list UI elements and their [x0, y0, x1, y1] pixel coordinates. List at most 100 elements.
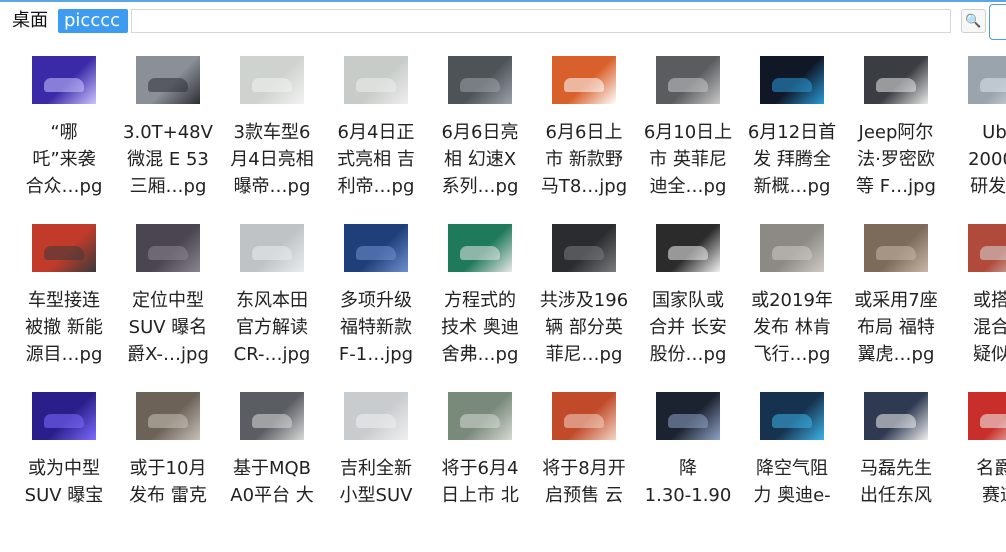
file-name: 6月12日首发 拜腾全 新概…pg: [740, 119, 844, 200]
thumbnail-shape: [148, 246, 188, 260]
thumbnail-shape: [772, 78, 812, 92]
file-item[interactable]: 或2019年 发布 林肯 飞行…pg: [740, 224, 844, 384]
file-thumbnail: [552, 224, 616, 272]
file-name: 或采用7座 布局 福特 翼虎…pg: [844, 287, 948, 368]
file-item[interactable]: 6月6日上市 新款野 马T8…jpg: [532, 56, 636, 216]
file-item[interactable]: 名爵6 赛道: [948, 392, 1006, 552]
file-name: 6月10日上市 英菲尼 迪全…pg: [636, 119, 740, 200]
file-name-line: 将于6月4: [441, 458, 519, 479]
file-name-line: 6月10日上: [643, 122, 733, 143]
thumbnail-shape: [356, 78, 396, 92]
file-thumbnail: [32, 56, 96, 104]
file-name: 将于8月开 启预售 云: [532, 455, 636, 509]
thumbnail-shape: [252, 414, 292, 428]
file-thumbnail: [656, 56, 720, 104]
file-item[interactable]: Jeep阿尔 法·罗密欧等 F…jpg: [844, 56, 948, 216]
file-name: 名爵6 赛道: [948, 455, 1006, 509]
thumbnail-shape: [44, 246, 84, 260]
thumbnail-shape: [564, 78, 604, 92]
file-item[interactable]: 东风本田官方解读 CR-…jpg: [220, 224, 324, 384]
file-name: Jeep阿尔 法·罗密欧等 F…jpg: [844, 119, 948, 200]
file-name: 降空气阻力 奥迪e-: [740, 455, 844, 509]
file-thumbnail: [760, 392, 824, 440]
file-name-line: 或为中型: [28, 458, 100, 479]
file-name-line: 东风本田: [236, 290, 308, 311]
file-item[interactable]: 6月4日正 式亮相 吉利帝…pg: [324, 56, 428, 216]
file-name-line: 3.0T+48V: [123, 122, 213, 143]
file-name-line: 源目…pg: [25, 344, 103, 365]
file-name-line: 布局 福特: [857, 317, 935, 338]
file-item[interactable]: 或采用7座 布局 福特 翼虎…pg: [844, 224, 948, 384]
file-item[interactable]: 3.0T+48V 微混 E 53 三厢…pg: [116, 56, 220, 216]
thumbnail-shape: [772, 414, 812, 428]
file-item[interactable]: 基于MQB A0平台 大: [220, 392, 324, 552]
file-grid: “哪 吒”来袭 合众…pg 3.0T+48V 微混 E 53 三厢…pg 3款车型6 月4日亮…: [0, 0, 1006, 506]
file-item[interactable]: 3款车型6 月4日亮相 曝帝…pg: [220, 56, 324, 216]
file-name-line: 三厢…pg: [129, 176, 207, 197]
file-name: 3.0T+48V 微混 E 53 三厢…pg: [116, 119, 220, 200]
file-thumbnail: [136, 392, 200, 440]
file-name-line: 或搭载: [973, 290, 1006, 311]
file-item[interactable]: 降空气阻力 奥迪e-: [740, 392, 844, 552]
file-item[interactable]: 共涉及196 辆 部分英 菲尼…pg: [532, 224, 636, 384]
file-item[interactable]: Ube 2000万研发 …: [948, 56, 1006, 216]
file-name-line: 6月4日正: [337, 122, 415, 143]
file-name-line: A0平台 大: [230, 485, 314, 506]
file-name-line: 相 幻速X: [443, 149, 517, 170]
file-name-line: 启预售 云: [545, 485, 623, 506]
thumbnail-shape: [980, 78, 1006, 92]
file-item[interactable]: 定位中型 SUV 曝名 爵X-…jpg: [116, 224, 220, 384]
file-name-line: 或采用7座: [854, 290, 938, 311]
file-item[interactable]: 将于8月开 启预售 云: [532, 392, 636, 552]
file-name: 6月6日上市 新款野 马T8…jpg: [532, 119, 636, 200]
file-item[interactable]: 方程式的 技术 奥迪 舍弗…pg: [428, 224, 532, 384]
thumbnail-shape: [980, 246, 1006, 260]
file-name-line: CR-…jpg: [233, 344, 311, 365]
file-thumbnail: [656, 392, 720, 440]
file-name-line: 被撤 新能: [25, 317, 103, 338]
thumbnail-shape: [148, 414, 188, 428]
file-name-line: 股份…pg: [649, 344, 727, 365]
file-name-line: 基于MQB: [232, 458, 312, 479]
file-item[interactable]: 或搭载混合动疑似…: [948, 224, 1006, 384]
file-name: 6月4日正 式亮相 吉利帝…pg: [324, 119, 428, 200]
file-item[interactable]: 将于6月4 日上市 北: [428, 392, 532, 552]
file-item[interactable]: 吉利全新 小型SUV: [324, 392, 428, 552]
file-thumbnail: [448, 56, 512, 104]
thumbnail-shape: [668, 414, 708, 428]
file-name-line: 官方解读: [236, 317, 308, 338]
file-name-line: 降空气阻: [756, 458, 828, 479]
file-name-line: 吒”来袭: [32, 149, 96, 170]
file-item[interactable]: 或于10月 发布 雷克: [116, 392, 220, 552]
thumbnail-shape: [876, 78, 916, 92]
file-name-line: 月4日亮相: [230, 149, 314, 170]
file-name: 国家队或 合并 长安 股份…pg: [636, 287, 740, 368]
file-name-line: 等 F…jpg: [856, 176, 936, 197]
file-item[interactable]: 或为中型 SUV 曝宝: [12, 392, 116, 552]
file-name: 将于6月4 日上市 北: [428, 455, 532, 509]
file-item[interactable]: 降 1.30-1.90: [636, 392, 740, 552]
file-thumbnail: [344, 392, 408, 440]
file-item[interactable]: 6月12日首发 拜腾全 新概…pg: [740, 56, 844, 216]
file-thumbnail: [552, 56, 616, 104]
file-name-line: 爵X-…jpg: [127, 344, 209, 365]
file-item[interactable]: 6月6日亮相 幻速X 系列…pg: [428, 56, 532, 216]
file-name-line: 合众…pg: [25, 176, 103, 197]
file-thumbnail: [864, 392, 928, 440]
thumbnail-shape: [772, 246, 812, 260]
file-thumbnail: [344, 56, 408, 104]
thumbnail-shape: [460, 414, 500, 428]
file-name-line: 技术 奥迪: [441, 317, 519, 338]
file-item[interactable]: 马磊先生 出任东风: [844, 392, 948, 552]
file-item[interactable]: “哪 吒”来袭 合众…pg: [12, 56, 116, 216]
file-thumbnail: [968, 224, 1006, 272]
file-item[interactable]: 车型接连 被撤 新能 源目…pg: [12, 224, 116, 384]
thumbnail-shape: [148, 78, 188, 92]
file-thumbnail: [968, 56, 1006, 104]
file-name-line: 研发 …: [970, 176, 1006, 197]
file-item[interactable]: 多项升级 福特新款 F-1…jpg: [324, 224, 428, 384]
file-thumbnail: [864, 56, 928, 104]
file-name-line: 马磊先生: [860, 458, 932, 479]
file-item[interactable]: 6月10日上市 英菲尼 迪全…pg: [636, 56, 740, 216]
file-item[interactable]: 国家队或 合并 长安 股份…pg: [636, 224, 740, 384]
